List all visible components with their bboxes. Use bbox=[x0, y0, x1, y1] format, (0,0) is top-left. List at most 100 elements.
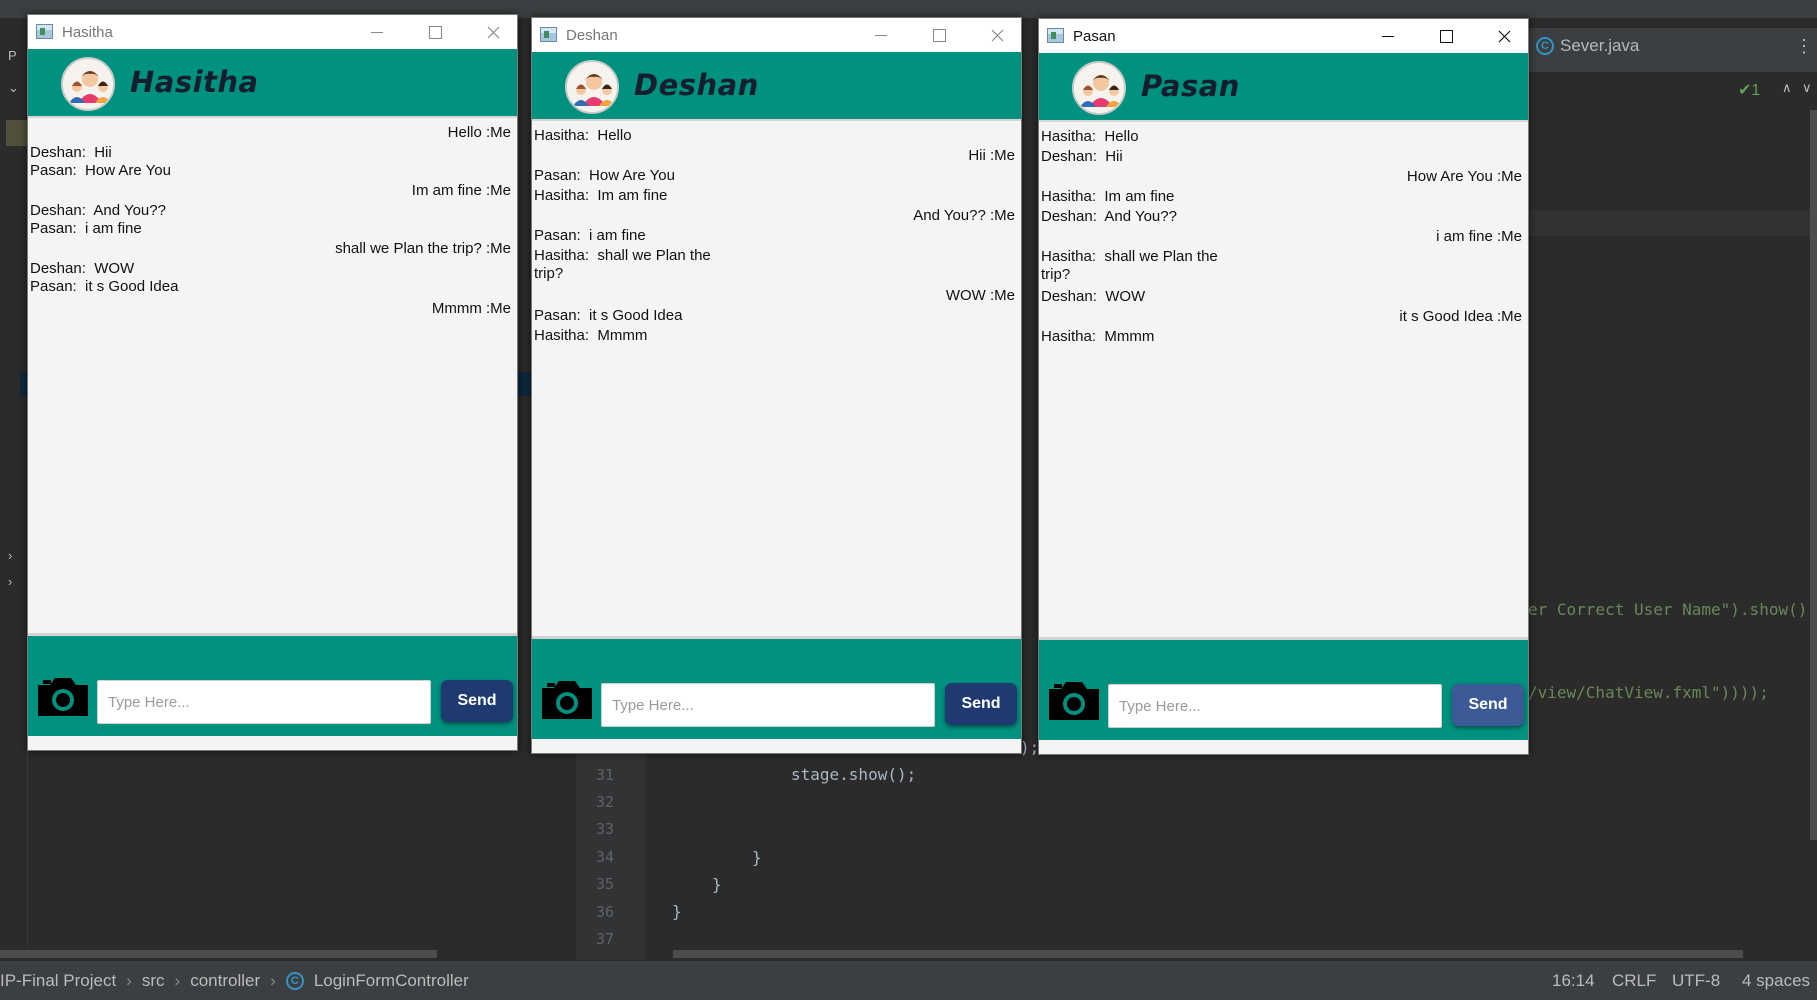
message-incoming: Hasitha: Hello bbox=[534, 127, 632, 144]
code-fragment: ); bbox=[1020, 738, 1040, 757]
breadcrumb-file[interactable]: LoginFormController bbox=[314, 971, 469, 991]
message-input[interactable] bbox=[97, 680, 431, 724]
line-number: 33 bbox=[596, 820, 615, 838]
chat-header: Deshan bbox=[532, 52, 1021, 119]
message-incoming: Hasitha: Mmmm bbox=[1041, 328, 1155, 345]
message-incoming: Pasan: How Are You bbox=[534, 167, 675, 184]
message-incoming: Hasitha: Im am fine bbox=[534, 187, 668, 204]
message-incoming: Hasitha: Im am fine bbox=[1041, 188, 1175, 205]
camera-icon[interactable] bbox=[35, 676, 91, 718]
breadcrumb-project[interactable]: IP-Final Project bbox=[0, 971, 116, 991]
message-incoming: Deshan: WOW bbox=[30, 260, 135, 277]
message-area[interactable]: Hello :Me Deshan: Hii Pasan: How Are You Im… bbox=[28, 118, 517, 636]
line-number: 35 bbox=[596, 875, 615, 893]
chevron-right-icon: › bbox=[174, 971, 181, 990]
minimize-icon[interactable] bbox=[852, 18, 910, 52]
message-input[interactable] bbox=[601, 683, 935, 727]
editor-vertical-scrollbar[interactable] bbox=[1810, 110, 1817, 840]
horizontal-scrollbar[interactable] bbox=[0, 950, 437, 958]
breadcrumb-src[interactable]: src bbox=[142, 971, 165, 991]
message-incoming: Deshan: WOW bbox=[1041, 288, 1146, 305]
maximize-icon[interactable] bbox=[1417, 19, 1475, 53]
message-incoming: Hasitha: shall we Plan the trip? bbox=[1041, 248, 1218, 283]
code-line: } bbox=[752, 848, 762, 867]
chat-header: Hasitha bbox=[28, 49, 517, 116]
chevron-down-icon[interactable]: ⌄ bbox=[8, 80, 19, 96]
message-outgoing: shall we Plan the trip? :Me bbox=[335, 240, 511, 257]
chevron-right-icon: › bbox=[126, 971, 132, 990]
close-icon[interactable] bbox=[968, 18, 1026, 52]
chat-window-pasan: Pasan Pasan Hasitha: Hello Deshan: Hii How… bbox=[1038, 18, 1529, 755]
editor-tab-label: Sever.java bbox=[1560, 36, 1640, 55]
ide-left-toolstrip: P ⌄ › › bbox=[0, 18, 28, 958]
editor-horizontal-scrollbar[interactable] bbox=[673, 950, 1743, 958]
chevron-down-icon[interactable]: ∨ bbox=[1802, 80, 1812, 96]
chevron-right-icon[interactable]: › bbox=[8, 548, 12, 563]
message-outgoing: Hello :Me bbox=[447, 124, 511, 141]
editor-tab-sever[interactable]: C Sever.java bbox=[1536, 36, 1639, 56]
send-button[interactable]: Send bbox=[945, 683, 1017, 725]
message-incoming: Pasan: i am fine bbox=[534, 227, 646, 244]
camera-icon[interactable] bbox=[1046, 680, 1102, 722]
chat-user-name: Hasitha bbox=[130, 65, 259, 99]
status-bar: IP-Final Project › src › controller › C … bbox=[0, 960, 1817, 1000]
project-tool-icon[interactable]: P bbox=[8, 48, 17, 63]
message-incoming: Pasan: it s Good Idea bbox=[30, 278, 179, 295]
message-incoming: Pasan: it s Good Idea bbox=[534, 307, 683, 324]
breadcrumb: IP-Final Project › src › controller › C … bbox=[0, 971, 469, 991]
message-outgoing: How Are You :Me bbox=[1406, 168, 1522, 185]
avatar-icon bbox=[565, 60, 619, 114]
line-separator[interactable]: CRLF bbox=[1612, 971, 1656, 991]
code-line: } bbox=[672, 902, 682, 921]
avatar-icon bbox=[61, 57, 115, 111]
message-outgoing: Mmmm :Me bbox=[431, 300, 511, 317]
chat-footer: Send bbox=[1039, 640, 1528, 740]
line-number: 36 bbox=[596, 903, 615, 921]
message-outgoing: it s Good Idea :Me bbox=[1399, 308, 1522, 325]
chat-header: Pasan bbox=[1039, 53, 1528, 120]
chevron-right-icon[interactable]: › bbox=[8, 574, 12, 589]
close-icon[interactable] bbox=[1475, 19, 1533, 53]
chevron-up-icon[interactable]: ∧ bbox=[1782, 80, 1792, 96]
send-button[interactable]: Send bbox=[1452, 684, 1524, 726]
avatar-icon bbox=[1072, 61, 1126, 115]
message-incoming: Deshan: Hii bbox=[30, 144, 112, 161]
message-input[interactable] bbox=[1108, 684, 1442, 728]
window-titlebar[interactable]: Hasitha bbox=[28, 15, 517, 49]
line-number: 34 bbox=[596, 848, 615, 866]
close-icon[interactable] bbox=[464, 15, 522, 49]
chat-window-deshan: Deshan Deshan Hasitha: Hello Hii :Me Pasan… bbox=[531, 17, 1022, 754]
message-area[interactable]: Hasitha: Hello Hii :Me Pasan: How Are You H… bbox=[532, 121, 1021, 639]
java-class-icon: C bbox=[1536, 37, 1554, 55]
app-icon bbox=[540, 27, 557, 42]
window-title: Hasitha bbox=[62, 24, 113, 41]
window-titlebar[interactable]: Deshan bbox=[532, 18, 1021, 52]
window-title: Deshan bbox=[566, 27, 618, 44]
maximize-icon[interactable] bbox=[406, 15, 464, 49]
chat-user-name: Deshan bbox=[634, 68, 759, 102]
message-area[interactable]: Hasitha: Hello Deshan: Hii How Are You :Me… bbox=[1039, 122, 1528, 640]
message-incoming: Hasitha: Hello bbox=[1041, 128, 1139, 145]
message-incoming: Deshan: And You?? bbox=[30, 202, 166, 219]
minimize-icon[interactable] bbox=[348, 15, 406, 49]
message-incoming: Pasan: How Are You bbox=[30, 162, 171, 179]
line-number: 31 bbox=[596, 766, 615, 784]
more-tabs-icon[interactable]: ⋮ bbox=[1795, 36, 1813, 57]
send-button[interactable]: Send bbox=[441, 680, 513, 722]
minimize-icon[interactable] bbox=[1359, 19, 1417, 53]
breadcrumb-controller[interactable]: controller bbox=[190, 971, 260, 991]
code-string: /view/ChatView.fxml")))); bbox=[1528, 683, 1769, 702]
window-titlebar[interactable]: Pasan bbox=[1039, 19, 1528, 53]
current-line-highlight bbox=[1528, 210, 1817, 236]
inspection-widget[interactable]: ✔1 bbox=[1738, 80, 1760, 100]
caret-position[interactable]: 16:14 bbox=[1552, 971, 1595, 991]
message-incoming: Deshan: And You?? bbox=[1041, 208, 1177, 225]
file-encoding[interactable]: UTF-8 bbox=[1672, 971, 1720, 991]
maximize-icon[interactable] bbox=[910, 18, 968, 52]
indent-setting[interactable]: 4 spaces bbox=[1742, 971, 1810, 991]
camera-icon[interactable] bbox=[539, 679, 595, 721]
message-incoming: Hasitha: Mmmm bbox=[534, 327, 648, 344]
app-icon bbox=[36, 24, 53, 39]
message-incoming: Hasitha: shall we Plan the trip? bbox=[534, 247, 711, 282]
message-outgoing: WOW :Me bbox=[945, 287, 1015, 304]
